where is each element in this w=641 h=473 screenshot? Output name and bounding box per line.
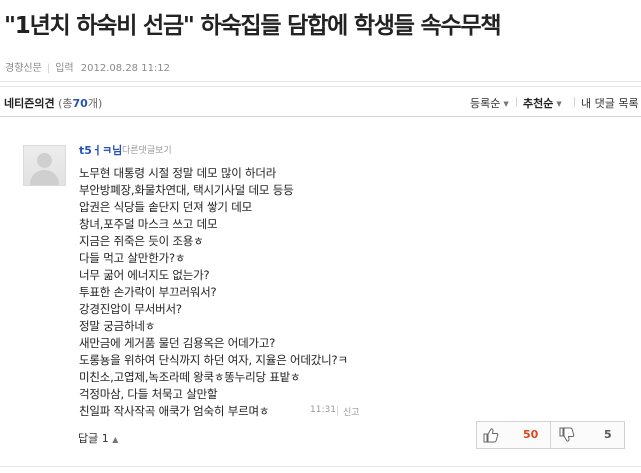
- comments-title-label: 네티즌의견: [4, 97, 55, 110]
- divider: [0, 81, 641, 82]
- thumbs-down-icon[interactable]: [559, 427, 575, 443]
- divider: [0, 116, 641, 117]
- chevron-down-icon: ▼: [503, 100, 509, 108]
- comment-time: 11:31: [310, 405, 336, 415]
- chevron-up-icon: ▲: [112, 435, 119, 444]
- comment-line: 미친소,고엽제,녹조라떼 왕쿡ㅎ똥누리당 표밭ㅎ: [79, 370, 301, 384]
- comments-count-close: 개): [87, 97, 103, 110]
- source-name[interactable]: 경향신문: [5, 63, 42, 74]
- comments-title: 네티즌의견 (총70개): [4, 95, 102, 111]
- comment-line: 정말 궁금하네ㅎ: [79, 319, 156, 333]
- comment-line: 친일파 작사작곡 애쿡가 엄숙히 부르며ㅎ: [79, 404, 270, 418]
- my-comments-link[interactable]: 내 댓글 목록: [581, 95, 639, 111]
- comment-author[interactable]: t5ㅓㅋ님: [79, 142, 122, 158]
- chevron-down-icon: ▼: [556, 100, 562, 108]
- article-meta: 경향신문 | 입력 2012.08.28 11:12: [5, 59, 170, 74]
- comment-line: 도롱뇽을 위하여 단식까지 하던 여자, 지율은 어데갔니?ㅋ: [79, 353, 348, 367]
- sort-by-date-label: 등록순: [470, 97, 501, 110]
- reply-toggle-button[interactable]: 답글 1 ▲: [78, 430, 118, 446]
- thumbs-up-icon[interactable]: [483, 427, 499, 443]
- avatar-head-shape: [37, 153, 52, 168]
- comment-line: 지금은 쥐죽은 듯이 조용ㅎ: [79, 234, 204, 248]
- vote-divider: [550, 422, 551, 448]
- report-divider: [337, 406, 338, 416]
- comment-line: 다들 먹고 살만한가?ㅎ: [79, 251, 186, 265]
- vote-box: 50 5: [476, 421, 625, 449]
- comment-line: 창녀,포주덜 마스크 쓰고 데모: [79, 217, 218, 231]
- other-comments-link[interactable]: 다른댓글보기: [122, 143, 172, 156]
- reply-label: 답글: [78, 432, 99, 445]
- comments-count: 70: [72, 97, 88, 110]
- comment-line: 너무 굶어 에너지도 없는가?: [79, 268, 210, 282]
- comment-line: 새만금에 게거품 물던 김용옥은 어데가고?: [79, 336, 276, 350]
- comment-line: 걱정마삼, 다들 처묵고 살만할: [79, 387, 218, 401]
- avatar-body-shape: [30, 170, 59, 185]
- sort-by-date-button[interactable]: 등록순 ▼: [470, 95, 509, 111]
- comments-header: 네티즌의견 (총70개) 등록순 ▼ 추천순 ▼ 내 댓글 목록: [0, 87, 641, 116]
- comment-line: 강경진압이 무서버서?: [79, 302, 182, 316]
- sort-divider: [516, 97, 517, 107]
- report-button[interactable]: 신고: [343, 405, 360, 418]
- comment-line: 부안방폐장,화물차연대, 택시기사덜 데모 등등: [79, 183, 294, 197]
- sort-by-recommend-button[interactable]: 추천순 ▼: [523, 95, 562, 111]
- sort-by-recommend-label: 추천순: [523, 97, 554, 110]
- sort-divider: [574, 97, 575, 107]
- dislike-count: 5: [604, 428, 612, 441]
- comments-count-open: (총: [58, 97, 73, 110]
- article-date: 2012.08.28 11:12: [80, 63, 171, 74]
- divider: [0, 466, 641, 467]
- reply-count: 1: [101, 432, 109, 445]
- comment-line: 투표한 손가락이 부끄러워서?: [79, 285, 217, 299]
- meta-divider: |: [46, 63, 51, 74]
- avatar: [23, 145, 66, 186]
- comment-line: 압권은 식당들 솥단지 던져 쌓기 데모: [79, 200, 252, 214]
- article-headline: "1년치 하숙비 선금" 하숙집들 담합에 학생들 속수무책: [4, 13, 502, 39]
- input-label: 입력: [55, 63, 74, 74]
- like-count: 50: [523, 428, 539, 441]
- comment-line: 노무현 대통령 시절 정말 데모 많이 하더라: [79, 166, 277, 180]
